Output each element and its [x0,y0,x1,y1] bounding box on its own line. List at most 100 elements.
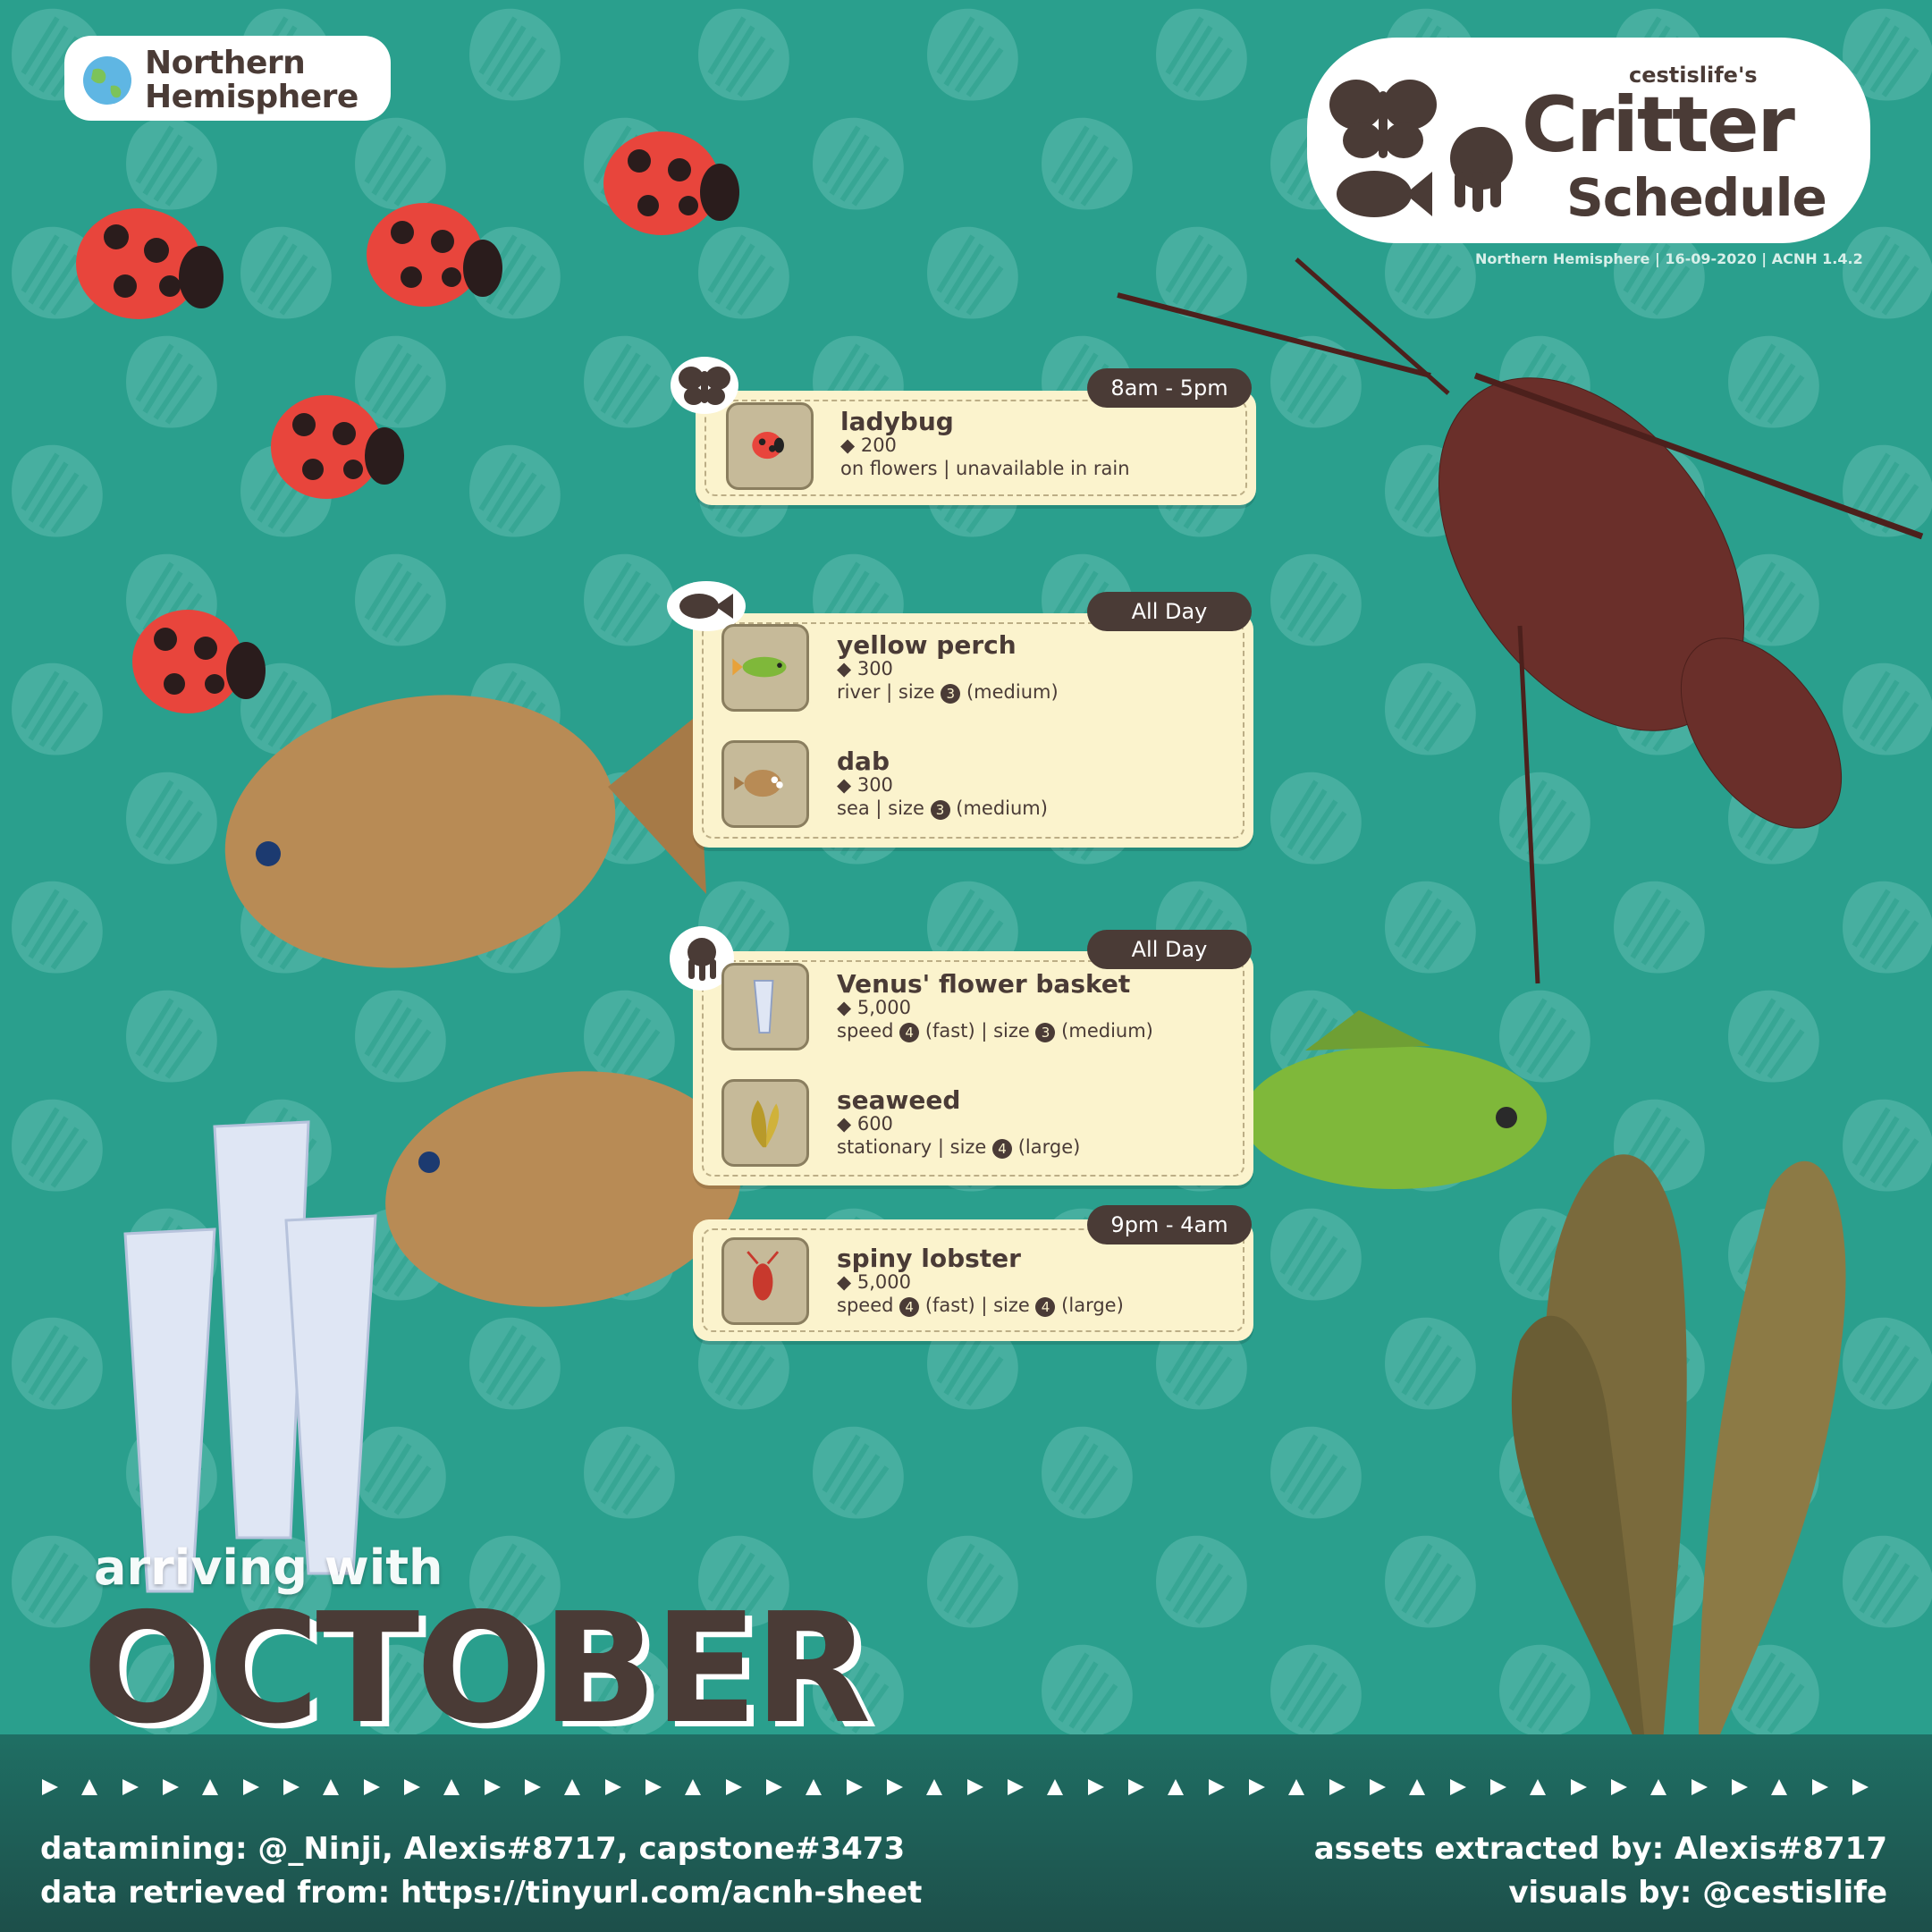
triangle-mark [564,1779,580,1795]
triangle-mark [243,1779,259,1795]
triangle-mark [122,1779,139,1795]
speed-badge: 4 [899,1297,920,1317]
globe-icon [83,56,131,105]
triangle-mark [202,1779,218,1795]
seaweed-icon [721,1079,809,1167]
critter-details: stationary | size 4 (large) [837,1136,1080,1159]
critter-name: seaweed [837,1085,961,1115]
details-text: (medium) [966,681,1059,703]
critter-schedule-logo: cestislife's Critter Schedule [1307,38,1870,252]
critter-details: river | size 3 (medium) [837,681,1059,704]
triangle-mark [1047,1779,1063,1795]
credit-assets: assets extracted by: Alexis#8717 [1313,1831,1887,1867]
price-value: 200 [860,434,897,456]
triangle-mark [847,1779,863,1795]
price-value: 300 [856,658,893,679]
triangle-mark [1370,1779,1386,1795]
triangle-mark [1732,1779,1748,1795]
triangle-mark [525,1779,541,1795]
venus-flower-basket-image [123,1120,377,1593]
triangle-mark [806,1779,822,1795]
ladybug-icon [132,610,266,713]
hemisphere-badge: Northern Hemisphere [64,36,391,121]
details-text: (large) [1017,1136,1081,1158]
triangle-mark [1692,1779,1708,1795]
triangle-mark [726,1779,742,1795]
critter-price: ◆ 5,000 [837,997,911,1018]
credit-datamining: datamining: @_Ninji, Alexis#8717, capsto… [40,1831,906,1867]
seaweed-image [1511,1154,1846,1743]
triangle-divider [42,1779,1869,1795]
details-text: (medium) [956,797,1048,819]
triangle-mark [1450,1779,1466,1795]
details-text: (fast) | size [924,1295,1030,1316]
triangle-mark [1209,1779,1225,1795]
triangle-mark [1409,1779,1425,1795]
edition-meta: Northern Hemisphere | 16-09-2020 | ACNH … [1475,250,1863,267]
triangle-mark [1571,1779,1587,1795]
details-text: (fast) | size [924,1020,1030,1042]
triangle-mark [887,1779,903,1795]
triangle-mark [364,1779,380,1795]
fish-time-pill: All Day [1087,592,1252,631]
ladybug-icon [271,395,404,499]
critter-details: on flowers | unavailable in rain [840,458,1130,479]
dab-fish-image [224,695,706,968]
spiny-lobster-icon [721,1237,809,1325]
triangle-mark [485,1779,501,1795]
critter-price: ◆ 200 [840,434,897,456]
size-badge: 4 [992,1139,1013,1159]
month-title: OCTOBER [82,1581,871,1758]
triangle-mark [926,1779,942,1795]
triangle-mark [967,1779,983,1795]
triangle-mark [443,1779,460,1795]
hemisphere-label-line2: Hemisphere [145,79,359,115]
yellow-perch-icon [721,624,809,712]
price-value: 300 [856,774,893,796]
triangle-mark [163,1779,179,1795]
triangle-mark [1530,1779,1546,1795]
hemisphere-label-line1: Northern [145,45,306,81]
butterfly-icon [1329,80,1437,158]
triangle-mark [1329,1779,1346,1795]
details-text: sea | size [837,797,924,819]
details-text: speed [837,1020,894,1042]
triangle-mark [1168,1779,1184,1795]
triangle-mark [1490,1779,1506,1795]
critter-price: ◆ 300 [837,774,893,796]
critter-details: speed 4 (fast) | size 3 (medium) [837,1020,1153,1042]
logo-sub-text: Schedule [1566,167,1827,228]
ladybug-icon [367,203,502,307]
price-value: 600 [856,1113,893,1135]
triangle-mark [81,1779,97,1795]
footer: datamining: @_Ninji, Alexis#8717, capsto… [0,1734,1932,1932]
critter-price: ◆ 300 [837,658,893,679]
critter-price: ◆ 5,000 [837,1271,911,1293]
triangle-mark [1611,1779,1627,1795]
triangle-mark [645,1779,662,1795]
triangle-mark [1249,1779,1265,1795]
triangle-mark [283,1779,300,1795]
price-value: 5,000 [856,997,911,1018]
sea-time-pill-night: 9pm - 4am [1087,1205,1252,1244]
triangle-mark [1088,1779,1104,1795]
details-text: (large) [1061,1295,1124,1316]
triangle-mark [1771,1779,1787,1795]
triangle-mark [404,1779,420,1795]
triangle-mark [685,1779,701,1795]
bug-time-pill: 8am - 5pm [1087,368,1252,408]
size-badge: 4 [1035,1297,1056,1317]
critter-price: ◆ 600 [837,1113,893,1135]
triangle-mark [1288,1779,1304,1795]
size-badge: 3 [930,800,950,820]
details-text: speed [837,1295,894,1316]
credit-visuals: visuals by: @cestislife [1508,1875,1887,1911]
critter-name: ladybug [840,407,954,436]
dab-icon [721,740,809,828]
critter-details: sea | size 3 (medium) [837,797,1048,820]
triangle-mark [1128,1779,1144,1795]
size-badge: 3 [941,684,961,704]
poster: Northern Hemisphere cestislife's Critter… [0,0,1932,1932]
size-badge: 3 [1035,1023,1056,1042]
triangle-mark [766,1779,782,1795]
